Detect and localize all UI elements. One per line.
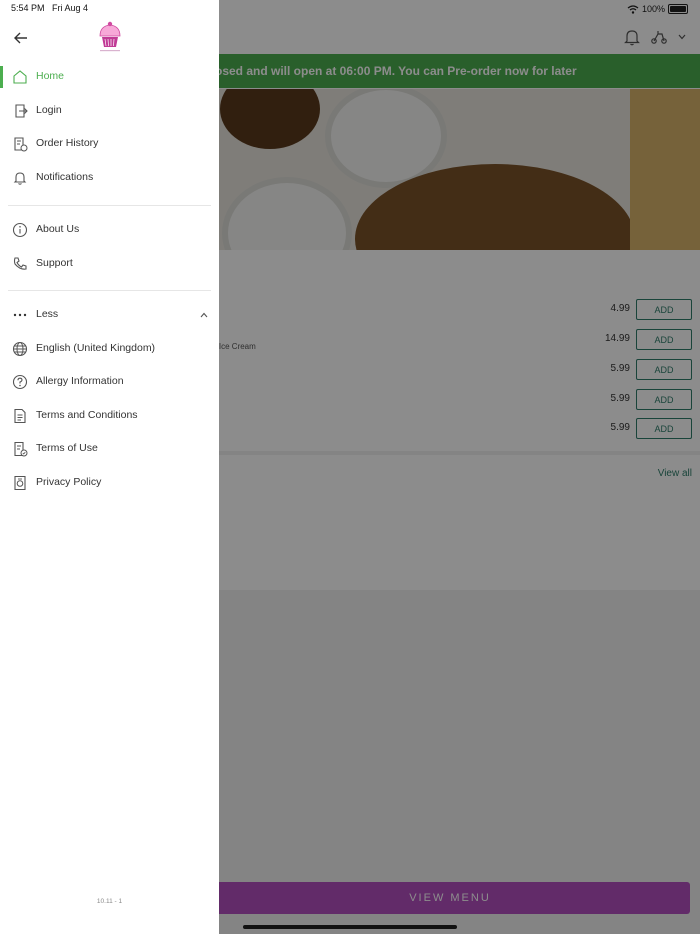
drawer-item-label: Notifications	[36, 171, 94, 183]
info-icon	[12, 222, 28, 238]
status-time: 5:54 PM	[11, 3, 45, 13]
drawer-item-terms-and-conditions[interactable]: Terms and Conditions	[0, 401, 219, 431]
bell-icon	[12, 170, 28, 186]
status-time-date: 5:54 PM Fri Aug 4	[11, 3, 88, 13]
terms-of-use-icon	[12, 441, 28, 457]
drawer-item-language[interactable]: English (United Kingdom)	[0, 334, 219, 364]
drawer-item-label: Support	[36, 257, 73, 269]
drawer-item-label: Terms of Use	[36, 442, 98, 454]
back-arrow-icon[interactable]	[13, 30, 29, 46]
more-dots-icon	[12, 307, 28, 323]
drawer-item-label: Allergy Information	[36, 375, 124, 387]
status-date: Fri Aug 4	[52, 3, 89, 13]
drawer-item-notifications[interactable]: Notifications	[0, 163, 219, 193]
drawer-item-label: Less	[36, 308, 59, 320]
navigation-drawer: 5:54 PM Fri Aug 4 Home Login Order Histo…	[0, 0, 219, 934]
question-icon	[12, 374, 28, 390]
phone-icon	[12, 256, 28, 272]
order-history-icon	[12, 136, 28, 152]
drawer-divider	[8, 290, 211, 291]
drawer-item-label: Login	[36, 104, 62, 116]
drawer-item-order-history[interactable]: Order History	[0, 129, 219, 159]
home-indicator	[243, 925, 457, 929]
drawer-item-login[interactable]: Login	[0, 96, 219, 126]
drawer-item-allergy-information[interactable]: Allergy Information	[0, 367, 219, 397]
drawer-item-label: Order History	[36, 137, 99, 149]
drawer-item-label: Terms and Conditions	[36, 409, 138, 421]
privacy-icon	[12, 475, 28, 491]
document-icon	[12, 408, 28, 424]
drawer-divider	[8, 205, 211, 206]
cupcake-logo	[94, 20, 126, 54]
drawer-item-home[interactable]: Home	[0, 62, 219, 92]
drawer-item-label: English (United Kingdom)	[36, 342, 156, 354]
drawer-item-label: Home	[36, 70, 65, 82]
drawer-item-privacy-policy[interactable]: Privacy Policy	[0, 468, 219, 498]
drawer-item-label: About Us	[36, 223, 80, 235]
drawer-item-label: Privacy Policy	[36, 476, 102, 488]
drawer-item-terms-of-use[interactable]: Terms of Use	[0, 434, 219, 464]
chevron-up-icon	[200, 312, 208, 318]
drawer-item-less[interactable]: Less	[0, 300, 219, 330]
app-version: 10.11 - 1	[96, 898, 123, 905]
globe-icon	[12, 341, 28, 357]
drawer-item-about-us[interactable]: About Us	[0, 215, 219, 245]
login-icon	[12, 103, 28, 119]
drawer-item-support[interactable]: Support	[0, 249, 219, 279]
home-icon	[12, 69, 28, 85]
